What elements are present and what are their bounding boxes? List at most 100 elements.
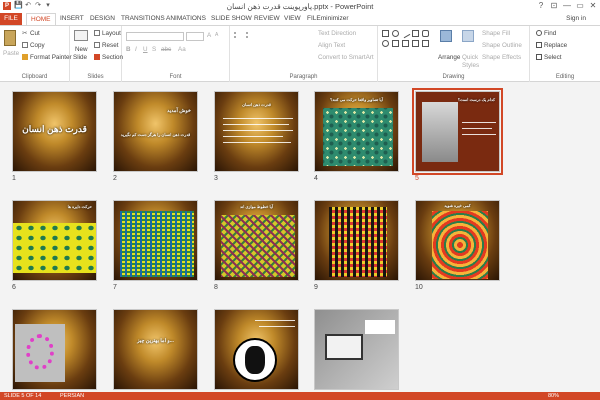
select-icon [536, 54, 542, 61]
slide-thumbnail-4[interactable]: آیا تصاویر واقعا حرکت می کنند؟ [314, 91, 399, 172]
shape-fill-button[interactable]: Shape Fill [482, 30, 510, 37]
tab-file[interactable]: FILE [0, 13, 22, 25]
paste-button[interactable]: Paste [3, 50, 19, 57]
illusion-image [323, 108, 393, 166]
close-button[interactable]: ✕ [588, 1, 598, 10]
slide-title: آیا خطوط موازی اند [239, 204, 273, 209]
slide-thumbnail-10[interactable]: کمی خیره شوید [415, 200, 500, 281]
restore-button[interactable]: ▭ [575, 1, 585, 10]
circle-shape-icon[interactable] [382, 40, 389, 47]
slide-title: حرکت دایره ها [67, 204, 92, 209]
window-title: پاورپوینت قدرت ذهن انسان.pptx - PowerPoi… [226, 2, 374, 11]
quick-styles-icon[interactable] [462, 30, 476, 42]
tab-slide-show[interactable]: SLIDE SHOW [207, 13, 256, 25]
ribbon-display-options-button[interactable]: ⊡ [549, 1, 559, 10]
layout-button[interactable]: Layout [94, 30, 121, 37]
slide-thumbnail-7[interactable] [113, 200, 198, 281]
align-text-button[interactable]: Align Text [318, 42, 345, 49]
convert-smartart-button[interactable]: Convert to SmartArt [318, 54, 374, 61]
select-label: Select [544, 54, 562, 61]
line-shape-icon[interactable] [400, 28, 411, 39]
find-button[interactable]: Find [536, 30, 556, 37]
slide-thumbnail-6[interactable]: حرکت دایره ها [12, 200, 97, 281]
font-name-combo[interactable] [126, 32, 184, 41]
italic-button[interactable]: I [135, 46, 137, 53]
brace-shape-icon[interactable] [412, 40, 419, 47]
zoom-level[interactable]: 80% [548, 392, 559, 400]
slide-thumbnail-1[interactable]: قدرت ذهن انسان [12, 91, 97, 172]
slides-group-label: Slides [87, 74, 104, 80]
banner-image [365, 320, 395, 334]
language-status[interactable]: PERSIAN [60, 392, 84, 400]
replace-button[interactable]: Replace [536, 42, 567, 49]
slide-thumbnail-2[interactable]: خوش آمدید قدرت ذهن انسان را هرگز دست کم … [113, 91, 198, 172]
arrange-button[interactable]: Arrange [438, 54, 460, 61]
slide-title: قدرت ذهن انسان [22, 124, 87, 134]
illusion-image [329, 207, 387, 277]
copy-button[interactable]: Copy [22, 42, 45, 49]
slide-sorter: قدرت ذهن انسان 1 خوش آمدید قدرت ذهن انسا… [0, 82, 600, 392]
rounded-rect-shape-icon[interactable] [422, 30, 429, 37]
change-case-button[interactable]: Aa [178, 46, 186, 53]
triangle-shape-icon[interactable] [412, 30, 419, 37]
shrink-font-button[interactable]: A [215, 32, 218, 38]
slide-thumbnail-5[interactable]: کدام یک درست است؟ [412, 88, 503, 175]
shape-outline-button[interactable]: Shape Outline [482, 42, 522, 49]
oval-shape-icon[interactable] [392, 30, 399, 37]
slide-thumbnail-3[interactable]: قدرت ذهن انسان [214, 91, 299, 172]
grow-font-button[interactable]: A [207, 32, 211, 39]
slide-thumbnail-9[interactable] [314, 200, 399, 281]
arrange-icon[interactable] [440, 30, 454, 42]
quick-styles-label[interactable]: Styles [462, 62, 479, 69]
arrow-shape-icon[interactable] [392, 40, 399, 47]
paste-icon[interactable] [4, 30, 18, 46]
shape-effects-button[interactable]: Shape Effects [482, 54, 521, 61]
slide-thumbnail-14[interactable] [314, 309, 399, 390]
bullets-button[interactable] [234, 32, 242, 39]
select-button[interactable]: Select [536, 54, 562, 61]
minimize-button[interactable]: — [562, 1, 572, 10]
slide-thumbnail-12[interactable]: و اما بهترین چیز... [113, 309, 198, 390]
slide-thumbnail-11[interactable] [12, 309, 97, 390]
tab-transitions[interactable]: TRANSITIONS [117, 13, 169, 25]
tab-animations[interactable]: ANIMATIONS [162, 13, 210, 25]
tab-home[interactable]: HOME [26, 13, 56, 25]
face-image [233, 338, 277, 382]
slide-position-status[interactable]: SLIDE 5 OF 14 [4, 392, 41, 400]
slide-thumbnail-13[interactable] [214, 309, 299, 390]
star-shape-icon[interactable] [402, 40, 409, 47]
tab-fileminimizer[interactable]: FILEminimizer [303, 13, 353, 25]
underline-button[interactable]: U [143, 46, 148, 53]
bold-button[interactable]: B [126, 46, 131, 53]
new-slide-button[interactable]: New [75, 46, 88, 53]
new-slide-icon[interactable] [74, 30, 90, 41]
rectangle-shape-icon[interactable] [382, 30, 389, 37]
font-size-combo[interactable] [186, 32, 204, 41]
strikethrough-button[interactable]: abc [161, 46, 171, 53]
cut-button[interactable]: ✂ Cut [22, 30, 40, 37]
tab-review[interactable]: REVIEW [250, 13, 284, 25]
reset-button[interactable]: Reset [94, 42, 118, 49]
bullets-icon [234, 32, 240, 39]
new-slide-label[interactable]: Slide [73, 54, 87, 61]
tab-insert[interactable]: INSERT [56, 13, 88, 25]
numbering-button[interactable] [246, 32, 254, 39]
drawing-group: Arrange Quick Styles Shape Fill Shape Ou… [378, 26, 530, 82]
slide-thumbnail-8[interactable]: آیا خطوط موازی اند [214, 200, 299, 281]
slide-title: کمی خیره شوید [444, 203, 471, 208]
bracket-shape-icon[interactable] [422, 40, 429, 47]
help-button[interactable]: ? [536, 1, 546, 10]
tab-view[interactable]: VIEW [280, 13, 305, 25]
tab-design[interactable]: DESIGN [86, 13, 119, 25]
slide-number: 7 [113, 284, 117, 291]
quick-styles-button[interactable]: Quick [462, 54, 478, 61]
reset-icon [94, 42, 100, 49]
find-icon [536, 30, 542, 37]
slide-number: 3 [214, 175, 218, 182]
section-button[interactable]: Section [94, 54, 123, 61]
text-direction-button[interactable]: Text Direction [318, 30, 356, 37]
sign-in-link[interactable]: Sign in [566, 15, 586, 22]
format-painter-button[interactable]: Format Painter [22, 54, 72, 61]
illusion-image [15, 324, 65, 382]
shadow-button[interactable]: S [152, 46, 156, 53]
